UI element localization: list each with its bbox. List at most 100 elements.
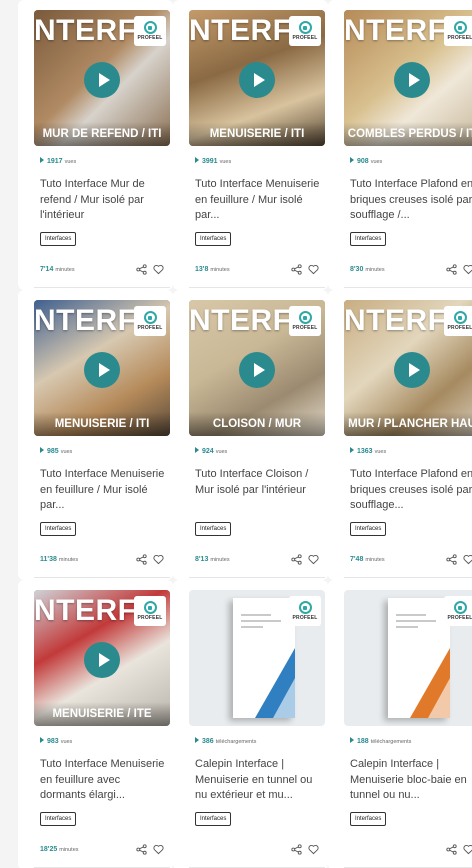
video-thumbnail[interactable]: NTERFA PROFEEL MENUISERIE / ITI	[189, 10, 325, 146]
video-thumbnail[interactable]: NTERFA PROFEEL MENUISERIE / ITI	[34, 300, 170, 436]
category-tag[interactable]: Interfaces	[40, 232, 77, 246]
document-thumbnail[interactable]: PROFEEL	[189, 590, 325, 726]
resource-card[interactable]: NTERFA PROFEEL CLOISON / MUR 924 vues Tut…	[173, 290, 328, 580]
heart-icon[interactable]	[308, 554, 319, 565]
category-tag[interactable]: Interfaces	[195, 522, 232, 536]
card-title[interactable]: Tuto Interface Mur de refend / Mur isolé…	[40, 177, 168, 224]
resource-card[interactable]: NTERFA PROFEEL MENUISERIE / ITI 985 vues …	[18, 290, 173, 580]
resource-card[interactable]: PROFEEL 188 téléchargements Calepin Inter…	[328, 580, 472, 868]
profeel-logo-icon	[453, 21, 467, 34]
card-divider	[344, 577, 472, 578]
document-thumbnail[interactable]: PROFEEL	[344, 590, 472, 726]
profeel-badge: PROFEEL	[134, 306, 166, 336]
category-tag[interactable]: Interfaces	[40, 522, 77, 536]
card-divider	[34, 577, 170, 578]
play-small-icon	[40, 737, 44, 743]
profeel-logo-icon	[453, 311, 467, 324]
heart-icon[interactable]	[153, 264, 164, 275]
share-icon[interactable]	[136, 844, 147, 855]
view-count: 983 vues	[40, 737, 72, 745]
category-tag[interactable]: Interfaces	[195, 812, 232, 826]
heart-icon[interactable]	[463, 264, 472, 275]
view-count: 386 téléchargements	[195, 737, 256, 745]
profeel-logo-icon	[143, 21, 157, 34]
profeel-badge: PROFEEL	[444, 596, 472, 626]
play-small-icon	[350, 447, 354, 453]
document-cover-image	[388, 598, 450, 718]
resource-card[interactable]: NTERFA PROFEEL COMBLES PERDUS / IT 908 vu…	[328, 0, 472, 290]
resource-card[interactable]: NTERFA PROFEEL MENUISERIE / ITE 983 vues …	[18, 580, 173, 868]
heart-icon[interactable]	[463, 844, 472, 855]
category-tag[interactable]: Interfaces	[40, 812, 77, 826]
play-icon[interactable]	[394, 352, 430, 388]
profeel-logo-icon	[143, 311, 157, 324]
profeel-badge: PROFEEL	[444, 16, 472, 46]
category-tag[interactable]: Interfaces	[195, 232, 232, 246]
profeel-logo-icon	[143, 601, 157, 614]
video-thumbnail[interactable]: NTERFA PROFEEL MUR DE REFEND / ITI	[34, 10, 170, 146]
share-icon[interactable]	[446, 844, 457, 855]
play-icon[interactable]	[84, 642, 120, 678]
view-count: 1917 vues	[40, 157, 76, 165]
card-divider	[189, 577, 325, 578]
view-count: 985 vues	[40, 447, 72, 455]
thumbnail-caption: MENUISERIE / ITE	[34, 702, 170, 726]
resource-card[interactable]: NTERFA PROFEEL MUR DE REFEND / ITI 1917 v…	[18, 0, 173, 290]
heart-icon[interactable]	[153, 844, 164, 855]
heart-icon[interactable]	[308, 844, 319, 855]
card-title[interactable]: Calepin Interface | Menuiserie en tunnel…	[195, 757, 323, 804]
share-icon[interactable]	[291, 264, 302, 275]
profeel-logo-icon	[298, 601, 312, 614]
share-icon[interactable]	[291, 844, 302, 855]
video-thumbnail[interactable]: NTERFA PROFEEL COMBLES PERDUS / IT	[344, 10, 472, 146]
card-title[interactable]: Tuto Interface Menuiserie en feuillure /…	[40, 467, 168, 514]
heart-icon[interactable]	[153, 554, 164, 565]
profeel-badge: PROFEEL	[134, 596, 166, 626]
view-count: 188 téléchargements	[350, 737, 411, 745]
card-title[interactable]: Tuto Interface Plafond en briques creuse…	[350, 177, 472, 224]
heart-icon[interactable]	[463, 554, 472, 565]
play-small-icon	[195, 447, 199, 453]
video-thumbnail[interactable]: NTERFA PROFEEL CLOISON / MUR	[189, 300, 325, 436]
play-small-icon	[40, 447, 44, 453]
profeel-badge: PROFEEL	[289, 596, 321, 626]
video-duration: 18'25 minutes	[40, 846, 79, 853]
resource-card[interactable]: NTERFA PROFEEL MUR / PLANCHER HAU 1363 vu…	[328, 290, 472, 580]
card-title[interactable]: Tuto Interface Cloison / Mur isolé par l…	[195, 467, 323, 498]
card-title[interactable]: Tuto Interface Plafond en briques creuse…	[350, 467, 472, 514]
share-icon[interactable]	[446, 264, 457, 275]
category-tag[interactable]: Interfaces	[350, 522, 387, 536]
profeel-badge: PROFEEL	[134, 16, 166, 46]
video-duration: 7'14 minutes	[40, 266, 75, 273]
card-title[interactable]: Tuto Interface Menuiserie en feuillure a…	[40, 757, 168, 804]
thumbnail-caption: COMBLES PERDUS / IT	[344, 122, 472, 146]
heart-icon[interactable]	[308, 264, 319, 275]
video-duration: 11'38 minutes	[40, 556, 79, 563]
document-cover-image	[233, 598, 295, 718]
play-small-icon	[195, 737, 199, 743]
card-title[interactable]: Calepin Interface | Menuiserie bloc-baie…	[350, 757, 472, 804]
share-icon[interactable]	[291, 554, 302, 565]
play-icon[interactable]	[239, 352, 275, 388]
play-icon[interactable]	[239, 62, 275, 98]
video-thumbnail[interactable]: NTERFA PROFEEL MUR / PLANCHER HAU	[344, 300, 472, 436]
card-title[interactable]: Tuto Interface Menuiserie en feuillure /…	[195, 177, 323, 224]
profeel-logo-icon	[298, 311, 312, 324]
play-icon[interactable]	[84, 62, 120, 98]
video-duration: 8'30 minutes	[350, 266, 385, 273]
share-icon[interactable]	[136, 554, 147, 565]
resource-card[interactable]: PROFEEL 386 téléchargements Calepin Inter…	[173, 580, 328, 868]
profeel-badge: PROFEEL	[289, 306, 321, 336]
category-tag[interactable]: Interfaces	[350, 812, 387, 826]
thumbnail-caption: MUR DE REFEND / ITI	[34, 122, 170, 146]
play-icon[interactable]	[84, 352, 120, 388]
card-divider	[344, 287, 472, 288]
share-icon[interactable]	[136, 264, 147, 275]
profeel-badge: PROFEEL	[289, 16, 321, 46]
share-icon[interactable]	[446, 554, 457, 565]
category-tag[interactable]: Interfaces	[350, 232, 387, 246]
video-duration: 8'13 minutes	[195, 556, 230, 563]
resource-card[interactable]: NTERFA PROFEEL MENUISERIE / ITI 3991 vues…	[173, 0, 328, 290]
play-icon[interactable]	[394, 62, 430, 98]
video-thumbnail[interactable]: NTERFA PROFEEL MENUISERIE / ITE	[34, 590, 170, 726]
